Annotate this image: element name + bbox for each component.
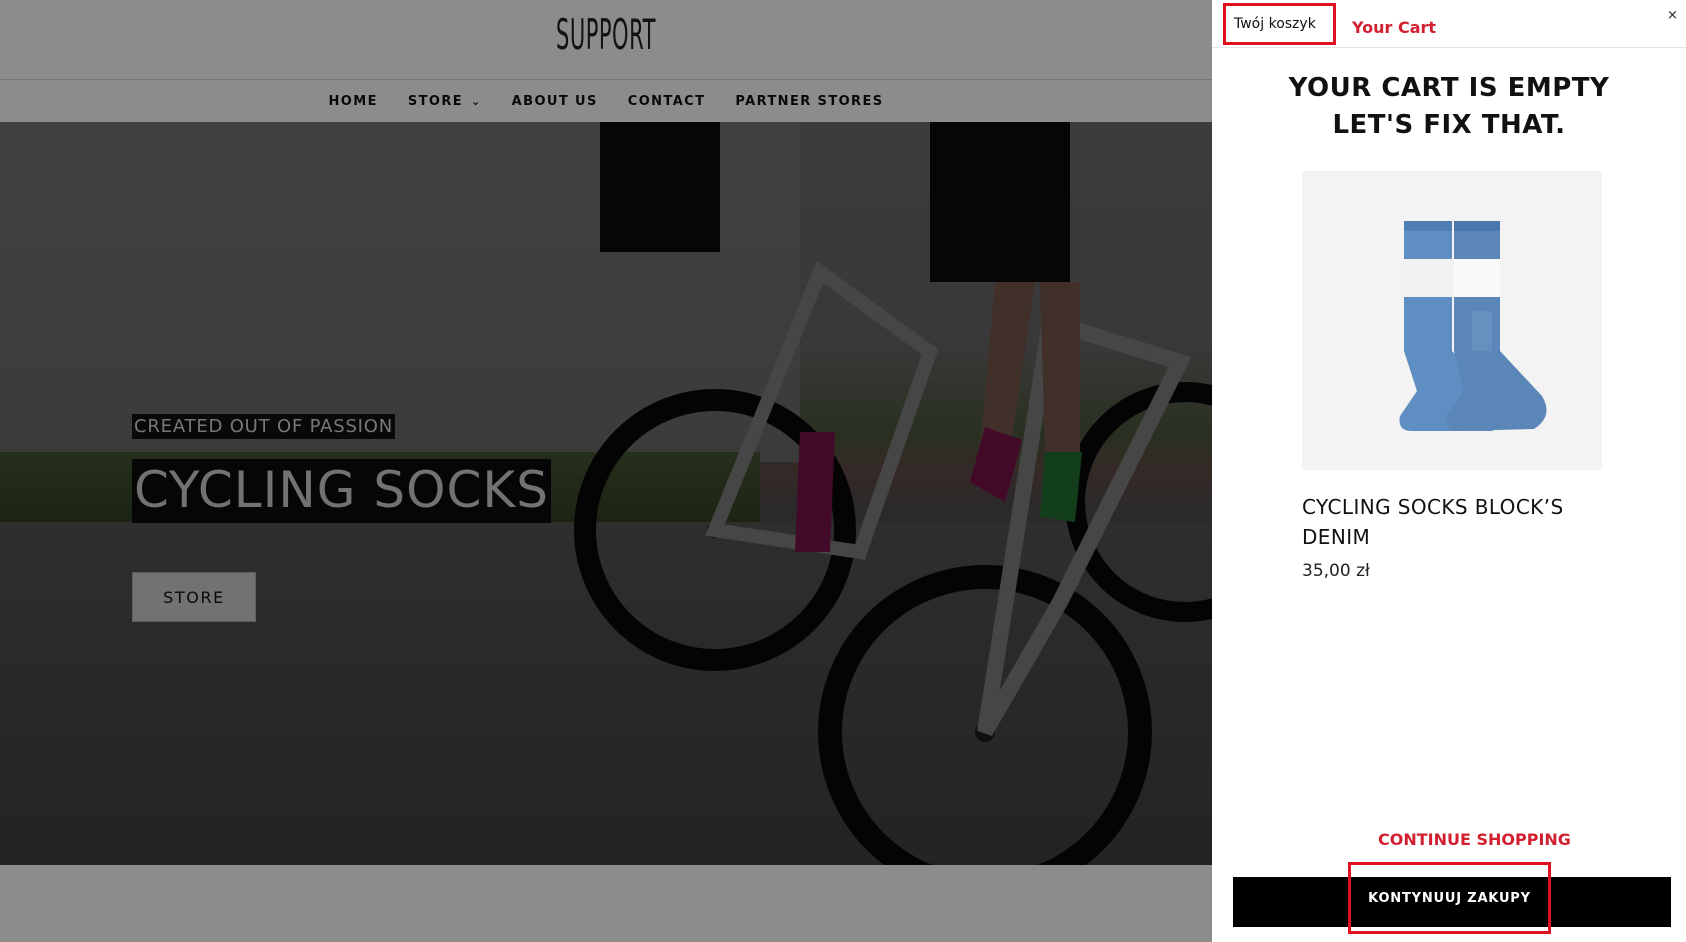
empty-cart-line2: LET'S FIX THAT. (1332, 110, 1566, 140)
product-name[interactable]: CYCLING SOCKS BLOCK’S DENIM (1302, 492, 1602, 552)
product-image[interactable] (1302, 171, 1602, 470)
continue-shopping-label[interactable]: KONTYNUUJ ZAKUPY (1348, 862, 1551, 934)
empty-cart-line1: YOUR CART IS EMPTY (1288, 73, 1610, 103)
product-price: 35,00 zł (1302, 561, 1370, 581)
cart-drawer: Twój koszyk Your Cart × YOUR CART IS EMP… (1212, 0, 1686, 942)
close-icon[interactable]: × (1667, 8, 1678, 23)
continue-shopping-translation: CONTINUE SHOPPING (1378, 830, 1571, 849)
cart-tab-translation: Your Cart (1352, 18, 1437, 37)
sock-product-icon (1399, 220, 1547, 431)
page-backdrop-overlay[interactable] (0, 0, 1212, 942)
empty-cart-message: YOUR CART IS EMPTY LET'S FIX THAT. (1212, 70, 1686, 144)
cart-drawer-header: Twój koszyk Your Cart × (1212, 0, 1686, 48)
cart-tab[interactable]: Twój koszyk (1223, 3, 1336, 45)
